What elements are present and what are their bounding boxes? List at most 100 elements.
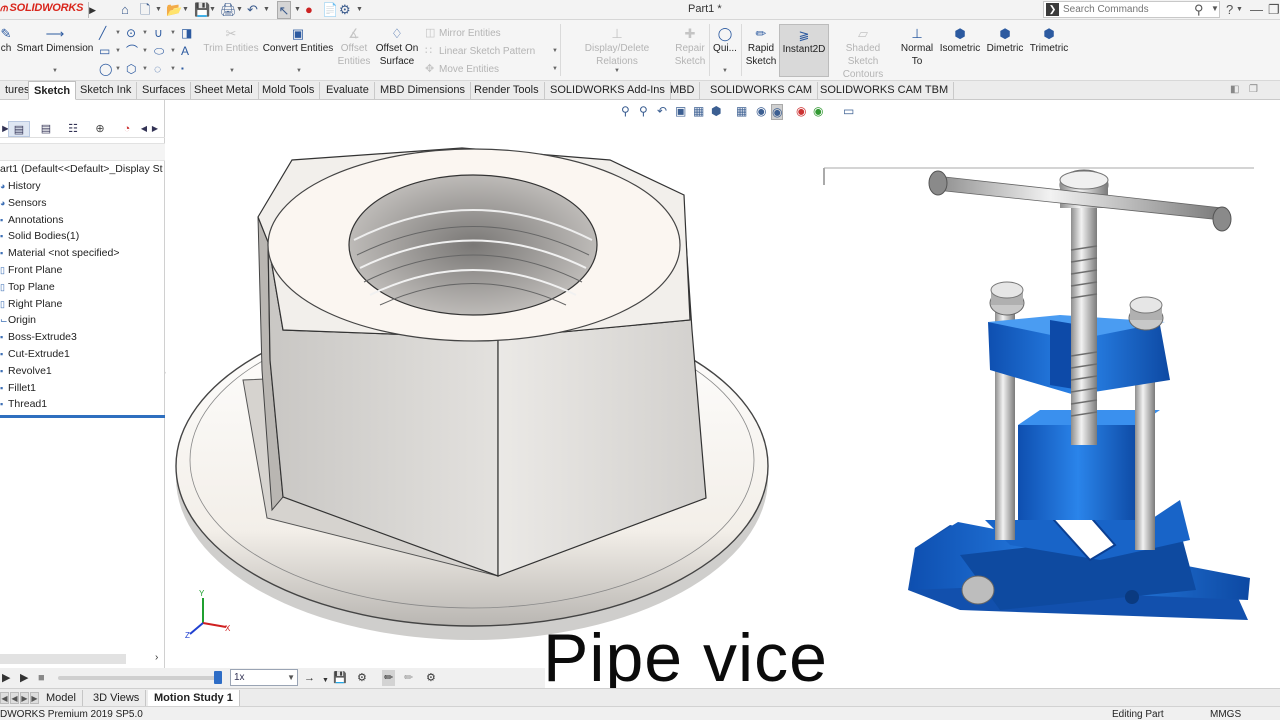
- autokey-icon[interactable]: ✏: [382, 670, 396, 686]
- help-question-icon[interactable]: ?: [1226, 1, 1233, 19]
- quick-snaps-dropdown-icon[interactable]: ▼: [722, 68, 728, 74]
- instant2d-button[interactable]: ⫺ Instant2D: [779, 24, 829, 77]
- tab-solidworks-add-ins[interactable]: SOLIDWORKS Add-Ins: [545, 82, 671, 99]
- undo-icon[interactable]: ↶: [247, 1, 258, 19]
- home-icon[interactable]: ⌂: [121, 1, 129, 19]
- animation-wizard-icon[interactable]: ⚙: [357, 670, 367, 686]
- tree-item-history[interactable]: ◕ History: [0, 178, 165, 195]
- restore-icon[interactable]: ❐: [1268, 1, 1280, 19]
- trim-entities-button[interactable]: ✂ Trim Entities: [202, 26, 260, 55]
- new-document-icon[interactable]: 🗋: [140, 1, 150, 19]
- pattern-dropdown-icon[interactable]: ▼: [552, 48, 558, 54]
- configuration-manager-tab-icon[interactable]: ☷: [62, 121, 84, 137]
- last-tab-icon[interactable]: ▶: [30, 692, 39, 704]
- search-icon[interactable]: ⚲: [1194, 2, 1204, 18]
- smart-dimension-button[interactable]: ⟶ Smart Dimension: [14, 26, 96, 55]
- offset-on-surface-button[interactable]: ♢ Offset On Surface: [373, 26, 421, 68]
- tree-root-part[interactable]: art1 (Default<<Default>_Display St: [0, 163, 165, 175]
- repair-sketch-button[interactable]: ✚ Repair Sketch: [673, 26, 707, 68]
- print-dropdown-icon[interactable]: ▼: [236, 1, 243, 19]
- playback-slider-thumb[interactable]: [214, 671, 222, 684]
- slot-icon[interactable]: ◯: [99, 62, 112, 76]
- stop-icon[interactable]: ■: [38, 670, 45, 686]
- motion-settings-gear-icon[interactable]: ⚙: [426, 670, 436, 686]
- options-dropdown-icon[interactable]: ▼: [356, 1, 363, 19]
- circle-dropdown-icon[interactable]: ▼: [142, 30, 148, 36]
- tab-solidworks-cam[interactable]: SOLIDWORKS CAM: [705, 82, 819, 99]
- playback-mode-dropdown-icon[interactable]: ▼: [322, 673, 329, 689]
- polygon-icon[interactable]: ⬡: [126, 62, 136, 76]
- tab-mold-tools[interactable]: Mold Tools: [257, 82, 321, 99]
- scroll-right-icon[interactable]: ▶: [150, 121, 160, 137]
- convert-dropdown-icon[interactable]: ▼: [296, 68, 302, 74]
- scroll-right-arrow-icon[interactable]: ›: [155, 652, 158, 663]
- play-icon[interactable]: ▶: [20, 670, 28, 686]
- slot-dropdown-icon[interactable]: ▼: [115, 66, 121, 72]
- model-viewport[interactable]: Y X Z: [166, 100, 1280, 668]
- menu-flyout-arrow[interactable]: ▶: [88, 2, 96, 18]
- mirror-entities-button[interactable]: ◫ Mirror Entities: [425, 26, 501, 41]
- options-gear-icon[interactable]: ⚙: [339, 1, 351, 19]
- tab-sketch[interactable]: Sketch: [28, 81, 77, 100]
- feature-manager-tab-icon[interactable]: ▤: [8, 121, 30, 137]
- quick-snaps-button[interactable]: ◯ Qui...: [711, 26, 739, 55]
- horizontal-scrollbar[interactable]: [0, 654, 126, 664]
- point-icon[interactable]: ▪: [181, 62, 184, 76]
- centerline-icon[interactable]: ◌: [154, 62, 161, 76]
- move-entities-button[interactable]: ✥ Move Entities: [425, 62, 499, 77]
- linear-sketch-pattern-button[interactable]: ∷ Linear Sketch Pattern: [425, 44, 535, 59]
- rebuild-icon[interactable]: 📄: [322, 1, 338, 19]
- display-manager-tab-icon[interactable]: ◔: [116, 121, 138, 137]
- rectangle-dropdown-icon[interactable]: ▼: [115, 48, 121, 54]
- tree-item-right-plane[interactable]: ▯ Right Plane: [0, 296, 165, 313]
- tree-item-thread1[interactable]: ▪ Thread1: [0, 396, 165, 413]
- rapid-sketch-button[interactable]: ✏ Rapid Sketch: [743, 26, 779, 68]
- panel-expand-icon[interactable]: ►: [0, 121, 11, 137]
- tree-item-material[interactable]: ▪ Material <not specified>: [0, 245, 165, 262]
- tree-filter-bar[interactable]: [0, 143, 165, 161]
- tab-mbd[interactable]: MBD: [665, 82, 701, 99]
- tree-item-origin[interactable]: ⌙Origin: [0, 312, 165, 329]
- isometric-button[interactable]: ⬢ Isometric: [937, 26, 983, 55]
- tree-item-solid-bodies[interactable]: ▪ Solid Bodies(1): [0, 228, 165, 245]
- tab-evaluate[interactable]: Evaluate: [321, 82, 375, 99]
- save-animation-icon[interactable]: 💾: [333, 670, 347, 686]
- help-dropdown-icon[interactable]: ▼: [1236, 1, 1243, 19]
- minimize-icon[interactable]: —: [1250, 1, 1263, 19]
- tab-model[interactable]: Model: [40, 690, 83, 706]
- tree-item-top-plane[interactable]: ▯ Top Plane: [0, 279, 165, 296]
- tab-sketch-ink[interactable]: Sketch Ink: [75, 82, 138, 99]
- playback-speed-select[interactable]: 1x ▼: [230, 669, 298, 686]
- sketch-fillet-icon[interactable]: ◨: [181, 26, 192, 40]
- ellipse-dropdown-icon[interactable]: ▼: [170, 48, 176, 54]
- units-indicator[interactable]: MMGS: [1210, 708, 1241, 720]
- dimxpert-tab-icon[interactable]: ⊕: [89, 121, 111, 137]
- open-dropdown-icon[interactable]: ▼: [182, 1, 189, 19]
- rewind-icon[interactable]: ▶: [2, 670, 10, 686]
- add-key-icon[interactable]: ✏: [404, 670, 413, 686]
- trim-dropdown-icon[interactable]: ▼: [229, 68, 235, 74]
- playback-mode-icon[interactable]: →: [304, 670, 315, 686]
- property-manager-tab-icon[interactable]: ▤: [35, 121, 57, 137]
- select-dropdown-icon[interactable]: ▼: [294, 1, 301, 19]
- tree-item-fillet1[interactable]: ▪ Fillet1: [0, 380, 165, 397]
- solidworks-logo[interactable]: ⫙ SOLIDWORKS: [0, 2, 86, 18]
- tab-surfaces[interactable]: Surfaces: [137, 82, 192, 99]
- dimetric-button[interactable]: ⬢ Dimetric: [984, 26, 1026, 55]
- graphics-area[interactable]: ⚲ ⚲ ↶ ▣ ▦ ⬢ ▦ ◉ ◉ ◉ ◉ ▭ Y X Z: [166, 100, 1280, 668]
- display-delete-relations-button[interactable]: ⊥ Display/Delete Relations: [563, 26, 671, 68]
- smart-dimension-dropdown-icon[interactable]: ▼: [52, 68, 58, 74]
- first-tab-icon[interactable]: ◀: [0, 692, 9, 704]
- tree-item-boss-extrude3[interactable]: ▪ Boss-Extrude3: [0, 329, 165, 346]
- text-icon[interactable]: A: [181, 44, 189, 58]
- line-icon[interactable]: ╱: [99, 26, 106, 40]
- rollback-bar[interactable]: [0, 415, 165, 418]
- tree-item-revolve1[interactable]: ▪ Revolve1: [0, 363, 165, 380]
- tree-item-cut-extrude1[interactable]: ▪ Cut-Extrude1: [0, 346, 165, 363]
- print-icon[interactable]: 🖨: [220, 1, 237, 19]
- search-dropdown-icon[interactable]: ▼: [1211, 4, 1219, 13]
- offset-entities-button[interactable]: ∡ Offset Entities: [336, 26, 372, 68]
- save-dropdown-icon[interactable]: ▼: [209, 1, 216, 19]
- normal-to-button[interactable]: ⊥ Normal To: [898, 26, 936, 68]
- new-dropdown-icon[interactable]: ▼: [155, 1, 162, 19]
